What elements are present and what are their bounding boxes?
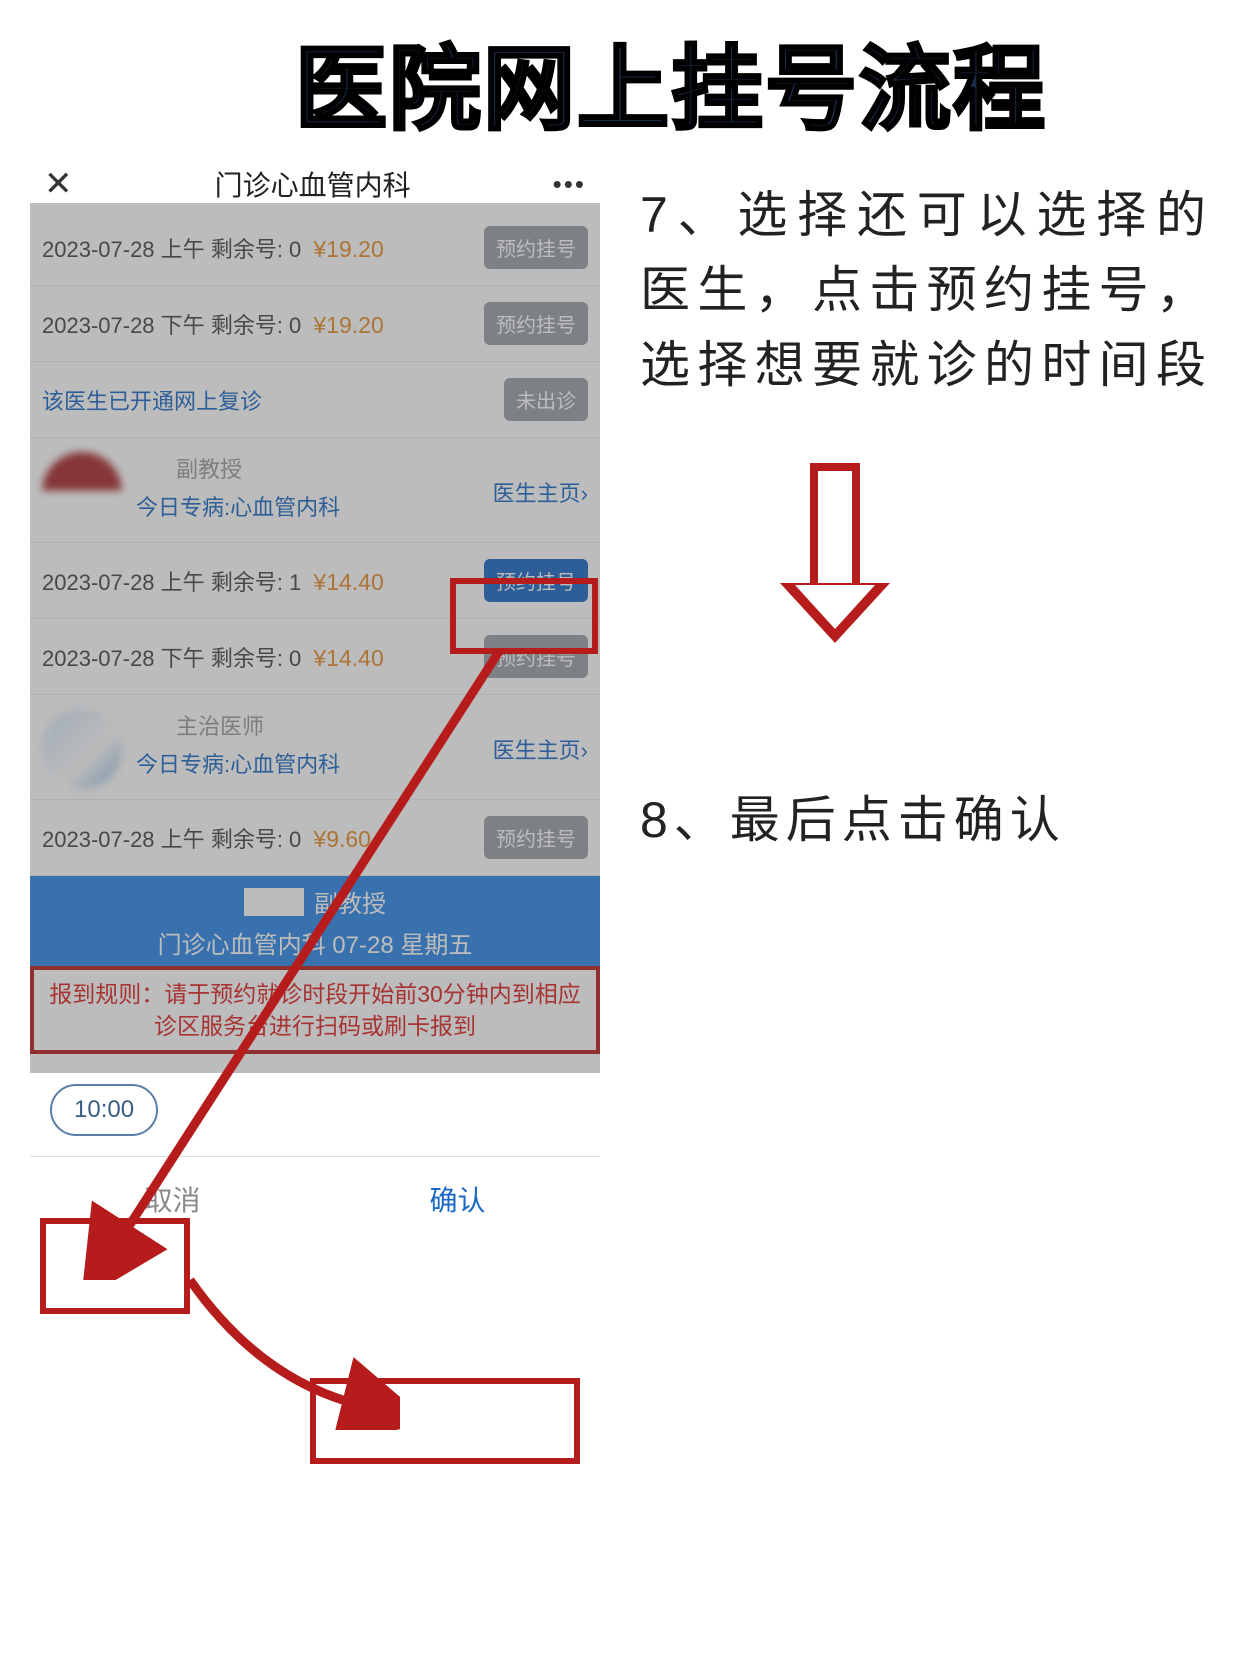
close-icon[interactable]: ✕ <box>44 164 73 204</box>
slot-row: 2023-07-28 上午 剩余号: 0 ¥19.20 预约挂号 <box>30 210 600 286</box>
book-button[interactable]: 预约挂号 <box>484 635 588 678</box>
more-icon[interactable]: ••• <box>553 169 586 200</box>
header-title: 门诊心血管内科 <box>215 164 411 204</box>
book-button[interactable]: 预约挂号 <box>484 226 588 269</box>
chevron-right-icon: › <box>581 481 588 506</box>
book-button[interactable]: 预约挂号 <box>484 816 588 859</box>
avatar <box>42 709 122 789</box>
arrow-down-icon <box>780 463 890 643</box>
instructions-panel: 7、选择还可以选择的医生，点击预约挂号，选择想要就诊的时间段 8、最后点击确认 <box>600 158 1242 858</box>
confirm-button[interactable]: 确认 <box>315 1157 600 1241</box>
page-title: 医院网上挂号流程 <box>0 0 1242 158</box>
highlight-confirm-button <box>310 1378 580 1464</box>
doctor-card: 主治医师 今日专病:心血管内科 医生主页› <box>30 695 600 800</box>
unavailable-button: 未出诊 <box>504 378 588 421</box>
slot-row: 2023-07-28 上午 剩余号: 0 ¥9.60 预约挂号 <box>30 800 600 876</box>
chevron-right-icon: › <box>581 738 588 763</box>
doctor-card: 副教授 今日专病:心血管内科 医生主页› <box>30 438 600 543</box>
doctor-homepage-link[interactable]: 医生主页› <box>493 476 588 508</box>
book-button-active[interactable]: 预约挂号 <box>484 559 588 602</box>
app-header: ✕ 门诊心血管内科 ••• <box>30 158 600 210</box>
time-slot-pill[interactable]: 10:00 <box>50 1084 158 1136</box>
bottom-sheet: 副教授 门诊心血管内科 07-28 星期五 报到规则：请于预约就诊时段开始前30… <box>30 876 600 1054</box>
sheet-dept-line: 门诊心血管内科 07-28 星期五 <box>30 925 600 960</box>
book-button[interactable]: 预约挂号 <box>484 302 588 345</box>
slot-row: 2023-07-28 下午 剩余号: 0 ¥14.40 预约挂号 <box>30 619 600 695</box>
time-slot-area: 10:00 <box>30 1054 600 1156</box>
doctor-homepage-link[interactable]: 医生主页› <box>493 733 588 765</box>
step-8-text: 8、最后点击确认 <box>640 783 1212 858</box>
annotation-arrow-2 <box>180 1260 400 1430</box>
cancel-button[interactable]: 取消 <box>30 1157 315 1241</box>
phone-screenshot: ✕ 门诊心血管内科 ••• 2023-07-28 上午 剩余号: 0 ¥19.2… <box>30 158 600 1241</box>
slot-row: 2023-07-28 上午 剩余号: 1 ¥14.40 预约挂号 <box>30 543 600 619</box>
avatar <box>42 452 122 532</box>
checkin-rule: 报到规则：请于预约就诊时段开始前30分钟内到相应诊区服务台进行扫码或刷卡报到 <box>30 966 600 1054</box>
redacted-name <box>244 888 304 916</box>
sheet-doctor-title: 副教授 <box>314 884 386 919</box>
slot-row: 2023-07-28 下午 剩余号: 0 ¥19.20 预约挂号 <box>30 286 600 362</box>
followup-notice: 该医生已开通网上复诊 未出诊 <box>30 362 600 438</box>
step-7-text: 7、选择还可以选择的医生，点击预约挂号，选择想要就诊的时间段 <box>640 178 1212 403</box>
action-row: 取消 确认 <box>30 1156 600 1241</box>
